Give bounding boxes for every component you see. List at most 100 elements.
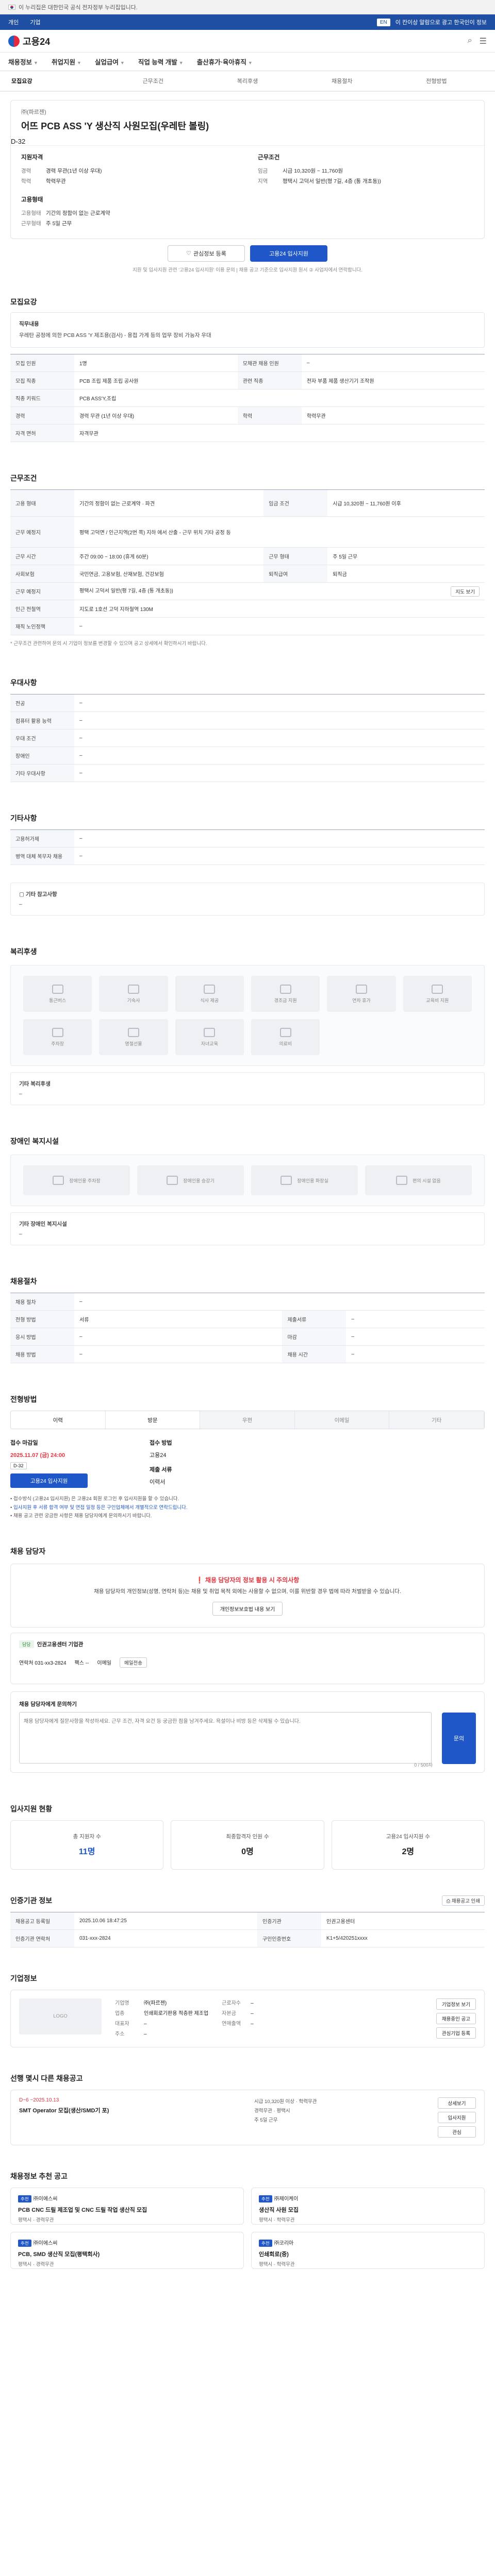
apply-tab-mail[interactable]: 우편 (200, 1411, 295, 1429)
same-detail-button[interactable]: 상세보기 (438, 2097, 476, 2109)
recommend-item[interactable]: 추천 ㈜제이케이 생산직 사원 모집 평택시 · 학력무관 (251, 2187, 485, 2225)
table-row: 기타 우대사항 – (10, 764, 485, 783)
table-row: 우대 조건 – (10, 729, 485, 748)
apply-tab-email[interactable]: 이메일 (294, 1411, 390, 1429)
table-row: 고용허가제 – (10, 829, 485, 848)
recommend-item[interactable]: 추천 ㈜이에스씨 PCB, SMD 생산직 모집(평택회사) 평택시 · 경력무관 (10, 2231, 244, 2269)
privacy-more-button[interactable]: 개인정보보호법 내용 보기 (212, 1601, 283, 1616)
send-mail-button[interactable]: 메일전송 (119, 1657, 147, 1668)
deadline-date: 2025.11.07 (금) 24:00 (10, 1452, 65, 1459)
manager-fax: 팩스 -- (74, 1660, 89, 1667)
logo-text: 고용24 (23, 36, 51, 47)
table-row: 전형 방법 서류 제출서류 – (10, 1310, 485, 1329)
job-title: 어뜨 PCB ASS 'Y 생산직 사원모집(우레탄 볼링) (21, 121, 209, 131)
gnb-item-jobs[interactable]: 채용정보 ▼ (8, 57, 38, 66)
tab-welfare[interactable]: 복리후생 (200, 77, 294, 85)
same-apply-button[interactable]: 입사지원 (438, 2111, 476, 2123)
map-button[interactable]: 지도 보기 (451, 586, 480, 597)
process-table: 채용 절차 – 전형 방법 서류 제출서류 – 응시 방법 – 마감 – 채용 방법 – 채용 시… (10, 1293, 485, 1364)
util-link-personal[interactable]: 개인 (8, 18, 19, 26)
search-icon[interactable]: ⌕ (468, 36, 472, 46)
etc-table: 전공 – 컴퓨터 활용 능력 – 우대 조건 – 장애인 – 기타 우대사항 – (10, 694, 485, 783)
stat-final: 최종합격자 인원 수 0명 (171, 1820, 324, 1870)
tab-process[interactable]: 채용절차 (295, 77, 389, 85)
other-section-title: 기타사항 (10, 814, 37, 823)
dday-badge: D-32 (11, 138, 26, 145)
welfare-item: 주차장 (23, 1019, 92, 1056)
table-row: 채용공고 등록일 2025.10.06 18:47:25 인증기관 인권고용센터 (10, 1912, 485, 1930)
apply-tab-visit[interactable]: 방문 (105, 1411, 201, 1429)
table-row: 사회보험 국민연금, 고용보험, 산재보험, 건강보험 퇴직급여 퇴직금 (10, 565, 485, 583)
etc-section-title: 우대사항 (10, 679, 37, 687)
tab-recruit[interactable]: 모집요강 (11, 77, 106, 85)
list-item: • 접수방식 (고용24 입사지원) 은 고용24 회원 로그인 후 입사지원을… (10, 1496, 179, 1502)
welfare-section-title: 복리후생 (10, 947, 37, 956)
gnb-item-leave[interactable]: 출산휴가·육아휴직 ▼ (197, 57, 253, 66)
util-link-company[interactable]: 기업 (30, 18, 40, 26)
company-info-button[interactable]: 기업정보 보기 (436, 1998, 476, 2010)
apply-section-title: 전형방법 (10, 1395, 37, 1404)
gnb-item-benefit[interactable]: 실업급여 ▼ (95, 57, 125, 66)
recommend-item[interactable]: 추천 ㈜이에스씨 PCB CNC 드릴 제조업 및 CNC 드릴 작업 생산직 모집… (10, 2187, 244, 2225)
company-name[interactable]: ㈜(파르젠) (21, 108, 474, 116)
language-chip[interactable]: EN (376, 18, 390, 26)
apply-tab-online[interactable]: 이력 (11, 1411, 106, 1429)
facility-item: 장애인용 승강기 (137, 1165, 244, 1196)
parking-icon (53, 1176, 64, 1185)
privacy-warning: ❗ 채용 담당자의 정보 활용 시 주의사항 채용 담당자의 개인정보(성명, … (10, 1563, 485, 1628)
util-right-text[interactable]: 이 칸이상 알람으로 광고 한국인이 정보 (395, 18, 487, 26)
flag-icon (8, 4, 15, 10)
manager-email: 이메일 (97, 1660, 111, 1667)
parking-icon (52, 1027, 63, 1037)
inquiry-textarea[interactable] (19, 1711, 432, 1764)
table-row: 채용 절차 – (10, 1293, 485, 1311)
chevron-down-icon: ▼ (120, 60, 125, 65)
gnb-item-training[interactable]: 직업 능력 개발 ▼ (138, 57, 184, 66)
welfare-item: 명절선물 (99, 1019, 168, 1056)
welfare-item: 통근버스 (23, 976, 92, 1012)
company-jobs-button[interactable]: 채용중인 공고 (436, 2012, 476, 2024)
recommend-item[interactable]: 추천 ㈜코리아 인쇄회로(중) 평택시 · 학력무관 (251, 2231, 485, 2269)
welfare-grid: 통근버스 기숙사 식사 제공 경조금 지원 연차 휴가 교육비 지원 주차장 명… (10, 965, 485, 1066)
duty-box: 직무내용 우레탄 공정에 의한 PCB ASS 'Y 제조용(검사) - 용접 … (10, 312, 485, 348)
facility-item: 장애인용 주차장 (23, 1165, 130, 1196)
apply-method-tabs: 이력 방문 우편 이메일 기타 (10, 1411, 485, 1430)
apply-note: 지원 및 입사지원 관련 '고용24 입사지원' 이용 문의 | 채용 공고 기… (133, 267, 362, 273)
book-icon (432, 984, 443, 994)
interest-button[interactable]: ♡ 관심정보 등록 (168, 245, 245, 262)
same-company-job[interactable]: D~6 ~2025.10.13 SMT Operator 모집(생산/SMD기 … (10, 2089, 485, 2145)
welfare-item: 경조금 지원 (251, 976, 320, 1012)
stats-grid: 총 지원자 수 11명 최종합격자 인원 수 0명 고용24 입사지원 수 2명 (10, 1820, 485, 1870)
company-follow-button[interactable]: 관심기업 등록 (436, 2027, 476, 2039)
house-icon (127, 984, 139, 994)
printer-icon: ⎙ (446, 1898, 451, 1904)
alert-icon: ❗ (195, 1576, 204, 1584)
site-logo[interactable]: 고용24 (8, 35, 50, 48)
table-row: 근무 예정지 평택 고덕면 / 인근지역(2번 쪽) 지하 에서 산출 - 근무 … (10, 516, 485, 548)
same-interest-button[interactable]: 관심 (438, 2126, 476, 2138)
bus-icon (52, 984, 63, 994)
conditions-table: 고용 형태 기간의 정함이 없는 근로계약 · 파견 임금 조건 시급 10,320원… (10, 489, 485, 636)
recruit-table: 모집 인원 1명 모채관 채용 인원 – 모집 직종 PCB 조립 제품 조립 공사원 관… (10, 354, 485, 443)
restroom-icon (280, 1176, 292, 1185)
tab-apply[interactable]: 전형방법 (389, 77, 484, 85)
meal-icon (204, 984, 216, 994)
table-row: 장애인 – (10, 747, 485, 765)
print-button[interactable]: ⎙ 채용공고 인쇄 (441, 1895, 485, 1906)
gnb-item-support[interactable]: 취업지원 ▼ (52, 57, 81, 66)
global-nav: 채용정보 ▼ 취업지원 ▼ 실업급여 ▼ 직업 능력 개발 ▼ 출산휴가·육아휴직 ▼ (0, 53, 495, 71)
menu-icon[interactable]: ☰ (480, 36, 487, 46)
gift-icon (279, 984, 291, 994)
apply-button-small[interactable]: 고용24 입사지원 (10, 1473, 88, 1488)
table-row: 자격 면허 자격무관 (10, 424, 485, 443)
welfare-note-box: 기타 복리후생 – (10, 1072, 485, 1106)
apply-button[interactable]: 고용24 입사지원 (250, 245, 327, 262)
table-row: 채용 방법 – 채용 시간 – (10, 1345, 485, 1364)
stat-total: 총 지원자 수 11명 (10, 1820, 164, 1870)
job-summary-card: ㈜(파르젠) 어뜨 PCB ASS 'Y 생산직 사원모집(우레탄 볼링) D-… (10, 100, 485, 239)
welfare-item: 교육비 지원 (403, 976, 472, 1012)
apply-tab-other[interactable]: 기타 (389, 1411, 484, 1429)
company-section-title: 기업정보 (10, 1974, 37, 1982)
inquiry-send-button[interactable]: 문의 (442, 1712, 476, 1764)
tab-conditions[interactable]: 근무조건 (106, 77, 200, 85)
